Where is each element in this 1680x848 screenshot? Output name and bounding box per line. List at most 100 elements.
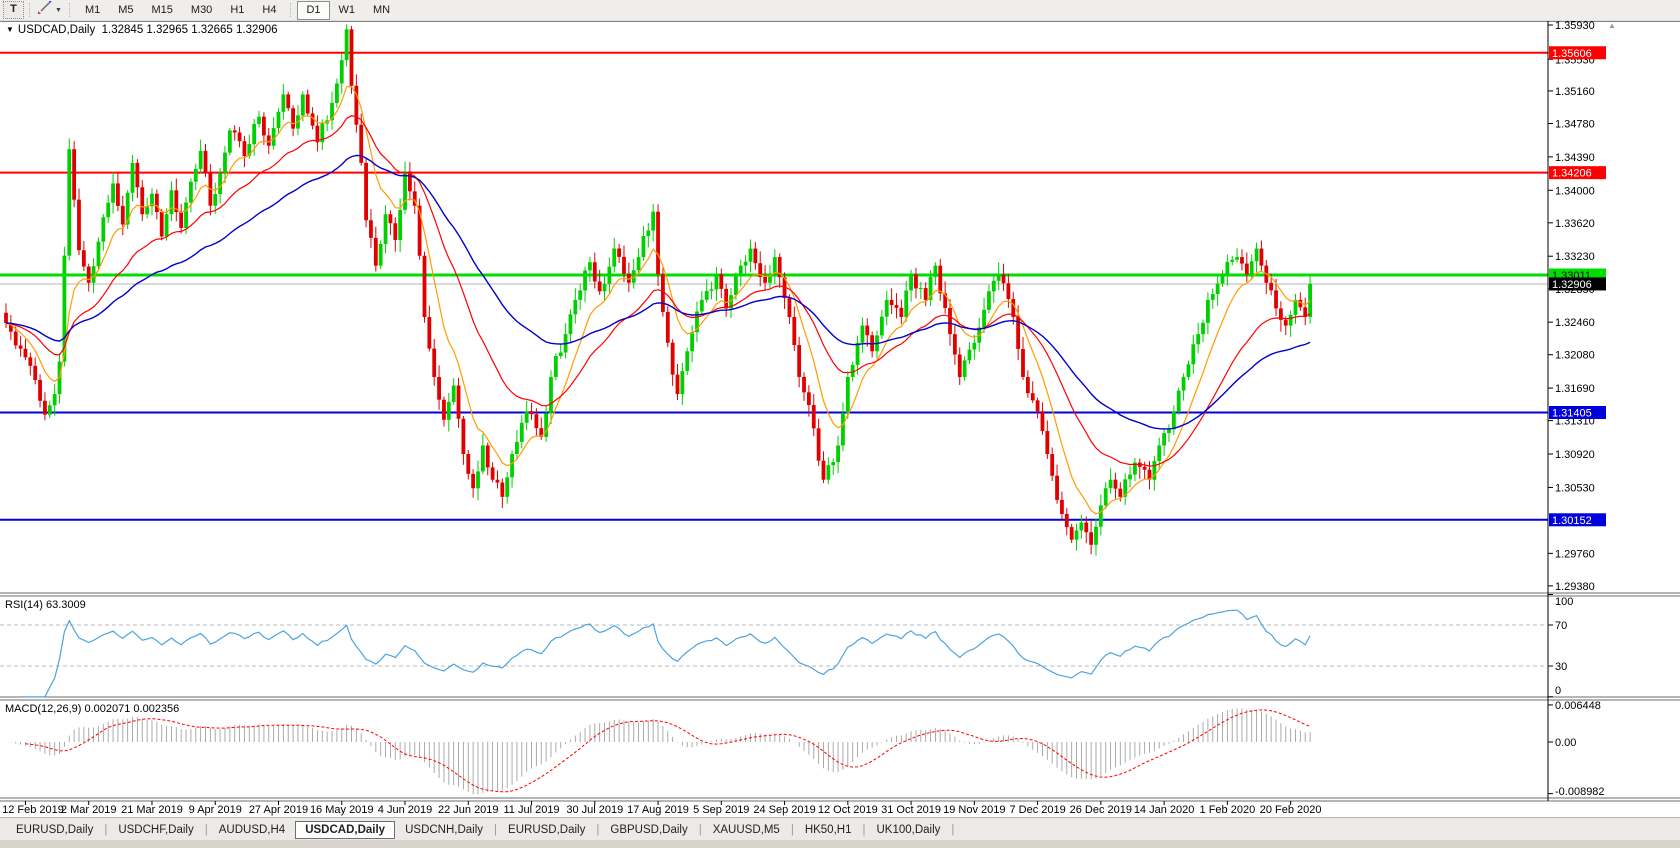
chart-tab-uk100-daily[interactable]: UK100,Daily	[866, 822, 950, 838]
rsi-tick-label: 70	[1555, 620, 1567, 632]
chart-tab-audusd-h4[interactable]: AUDUSD,H4	[209, 822, 295, 838]
ohlc-high: 1.32965	[146, 24, 188, 36]
candle-body	[515, 441, 519, 455]
candle-body	[1030, 393, 1035, 401]
candle-body	[1098, 505, 1103, 527]
candle-body	[914, 274, 918, 289]
cursor-tool-button[interactable]: ▼	[36, 1, 64, 19]
candle-body	[349, 29, 354, 86]
candle-body	[106, 202, 111, 218]
date-tick-label: 2 Mar 2019	[61, 804, 117, 816]
candle-body	[77, 199, 81, 251]
candle-body	[86, 266, 91, 283]
price-tick-label: 1.35160	[1555, 86, 1595, 98]
ohlc-open: 1.32845	[101, 24, 144, 36]
candle-body	[646, 230, 651, 236]
symbol-dropdown-icon[interactable]: ▼	[6, 25, 14, 34]
current-price-label-text: 1.32906	[1552, 279, 1592, 291]
toolbar-separator	[68, 3, 71, 17]
chart-tab-eurusd-daily[interactable]: EURUSD,Daily	[6, 822, 103, 838]
candle-body	[456, 385, 461, 419]
date-tick-label: 16 May 2019	[310, 804, 374, 816]
timeframe-button-mn[interactable]: MN	[364, 1, 399, 20]
chevron-down-icon[interactable]: ▼	[55, 7, 62, 14]
candle-body	[43, 400, 47, 415]
ohlc-low: 1.32665	[191, 24, 233, 36]
candle-body	[704, 290, 709, 300]
candle-body	[1220, 274, 1225, 284]
candle-body	[524, 411, 529, 423]
timeframe-button-h4[interactable]: H4	[253, 1, 285, 20]
timeframe-button-m1[interactable]: M1	[76, 1, 109, 20]
text-tool-button[interactable]: T	[3, 1, 24, 19]
rsi-tick-label: 30	[1555, 661, 1567, 673]
timeframe-button-w1[interactable]: W1	[330, 1, 365, 20]
date-tick-label: 17 Aug 2019	[627, 804, 689, 816]
candle-body	[709, 289, 714, 291]
candle-body	[359, 124, 364, 163]
candle-body	[18, 345, 23, 349]
candle-body	[154, 193, 159, 213]
candle-body	[987, 291, 991, 310]
candle-body	[442, 399, 446, 420]
candle-body	[1176, 390, 1181, 412]
candle-body	[1118, 488, 1123, 497]
candle-body	[519, 422, 524, 442]
chart-tab-eurusd-daily[interactable]: EURUSD,Daily	[498, 822, 595, 838]
chart-tab-gbpusd-daily[interactable]: GBPUSD,Daily	[600, 822, 697, 838]
chart-tab-hk50-h1[interactable]: HK50,H1	[795, 822, 862, 838]
chart-tab-usdchf-daily[interactable]: USDCHF,Daily	[108, 822, 203, 838]
candle-body	[135, 162, 140, 188]
candle-body	[553, 356, 558, 377]
candle-body	[96, 241, 101, 267]
timeframe-button-m5[interactable]: M5	[109, 1, 142, 20]
price-tick-label: 1.35930	[1555, 20, 1595, 32]
candle-body	[855, 342, 860, 365]
candle-body	[578, 290, 583, 300]
date-tick-label: 5 Sep 2019	[693, 804, 749, 816]
chart-tab-xauusd-m5[interactable]: XAUUSD,M5	[703, 822, 790, 838]
candle-body	[602, 283, 607, 292]
date-tick-label: 4 Jun 2019	[378, 804, 432, 816]
toolbar-separator	[290, 3, 292, 17]
timeframe-button-m15[interactable]: M15	[143, 1, 182, 20]
candle-body	[198, 150, 203, 169]
candle-body	[480, 445, 485, 472]
candle-body	[826, 465, 831, 480]
candle-body	[291, 108, 295, 129]
candle-body	[47, 405, 52, 415]
candle-body	[1215, 283, 1220, 295]
date-tick-label: 30 Jul 2019	[566, 804, 623, 816]
timeframe-button-h1[interactable]: H1	[221, 1, 253, 20]
candle-body	[665, 311, 670, 343]
candle-body	[1210, 294, 1215, 300]
candle-body	[101, 217, 106, 242]
timeframe-button-m30[interactable]: M30	[182, 1, 221, 20]
candle-body	[1060, 499, 1064, 514]
date-tick-label: 14 Jan 2020	[1134, 804, 1195, 816]
candle-body	[568, 314, 573, 335]
candle-body	[641, 235, 646, 258]
candle-body	[1191, 344, 1196, 365]
candle-body	[1254, 248, 1259, 262]
top-toolbar: T ▼ M1 M5 M15 M30 H1 H4 D1 W1 MN	[0, 0, 1680, 21]
date-tick-label: 24 Sep 2019	[753, 804, 815, 816]
chart-ohlc-header: ▼ USDCAD,Daily 1.32845 1.32965 1.32665 1.…	[6, 24, 278, 36]
price-tick-label: 1.33230	[1555, 251, 1595, 263]
candle-body	[797, 345, 802, 377]
ohlc-close: 1.32906	[235, 24, 278, 36]
price-tick-label: 1.34780	[1555, 118, 1595, 130]
candle-body	[573, 299, 578, 315]
candle-body	[811, 405, 816, 429]
chart-tab-usdcad-daily[interactable]: USDCAD,Daily	[295, 820, 396, 839]
tab-separator: |	[951, 823, 955, 836]
candle-body	[398, 209, 403, 240]
chart-canvas[interactable]: 1.359301.355301.351601.347801.343901.340…	[0, 0, 1680, 848]
candle-body	[1274, 290, 1278, 309]
candle-body	[680, 371, 685, 395]
chart-tab-usdcnh-daily[interactable]: USDCNH,Daily	[395, 822, 493, 838]
timeframe-button-d1[interactable]: D1	[297, 0, 330, 20]
date-tick-label: 20 Feb 2020	[1260, 804, 1322, 816]
candle-body	[588, 262, 592, 271]
candle-body	[675, 374, 680, 395]
